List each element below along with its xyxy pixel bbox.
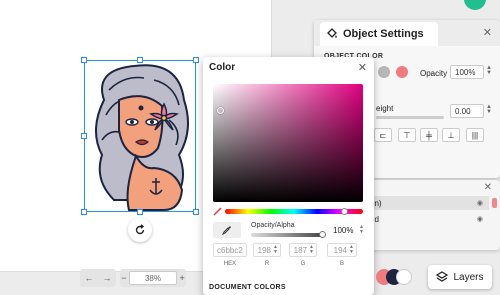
red-stepper-icon[interactable]: ▲ ▼ <box>273 245 278 255</box>
r-label: R <box>264 261 270 267</box>
eyedropper-icon <box>222 226 231 235</box>
color-picker-panel: Color ✕ Opacity/Alpha 100% ▲ ▼ c6bbc2 198… <box>203 57 374 295</box>
resize-handle-top[interactable] <box>137 57 143 63</box>
redo-button[interactable]: → <box>103 273 112 283</box>
resize-handle-bottom-right[interactable] <box>193 209 199 215</box>
color-panel-title: Color <box>209 62 236 73</box>
green-input[interactable]: 187 ▲ ▼ <box>289 243 317 257</box>
settings-tabbar: Object Settings ✕ <box>314 20 500 46</box>
opacity-field[interactable]: 100% <box>450 65 484 79</box>
close-icon[interactable]: ✕ <box>483 26 492 39</box>
undo-button[interactable]: ← <box>85 273 94 283</box>
document-colors-label: DOCUMENT COLORS <box>209 284 286 291</box>
green-value: 187 <box>293 245 307 255</box>
align-icon-button[interactable]: ⊏ <box>374 128 392 142</box>
tab-object-settings[interactable]: Object Settings <box>320 22 438 46</box>
eye-icon[interactable]: ◉ <box>477 215 483 223</box>
resize-handle-left[interactable] <box>81 133 87 139</box>
paint-bucket-icon <box>327 28 337 38</box>
saturation-brightness-area[interactable] <box>213 84 363 202</box>
opacity-alpha-value[interactable]: 100% <box>333 226 353 235</box>
color-swatch-pink[interactable] <box>396 66 408 78</box>
align-middle-icon: ╪ <box>426 130 432 140</box>
no-color-icon[interactable] <box>213 207 222 216</box>
b-label: B <box>339 261 344 267</box>
layers-button-label: Layers <box>453 271 484 283</box>
distribute-button[interactable]: ||| <box>466 128 484 142</box>
weight-slider[interactable] <box>376 116 444 119</box>
eye-icon[interactable]: ◉ <box>477 199 483 207</box>
opacity-slider[interactable] <box>251 233 323 237</box>
zoom-in-button[interactable]: + <box>179 273 184 283</box>
zoom-controls: − 38% + <box>120 269 186 287</box>
color-picker-handle[interactable] <box>217 107 224 114</box>
layers-icon <box>436 271 449 282</box>
hue-slider-knob[interactable] <box>341 208 348 215</box>
history-controls: ← → <box>80 269 116 287</box>
zoom-out-button[interactable]: − <box>121 273 126 283</box>
align-bottom-icon: ⊥ <box>447 130 455 140</box>
blue-stepper-icon[interactable]: ▲ ▼ <box>349 245 354 255</box>
green-stepper-icon[interactable]: ▲ ▼ <box>309 245 314 255</box>
close-icon[interactable]: ✕ <box>484 182 492 193</box>
color-swatch-gray[interactable] <box>378 66 390 78</box>
opacity-stepper-icon[interactable]: ▲ ▼ <box>486 65 492 76</box>
rotate-button[interactable] <box>128 218 152 242</box>
blue-value: 194 <box>333 245 347 255</box>
weight-field[interactable]: 0.00 <box>450 104 484 118</box>
scroll-indicator[interactable] <box>492 198 497 208</box>
opacity-stepper-icon[interactable]: ▲ ▼ <box>359 225 364 235</box>
align-middle-button[interactable]: ╪ <box>420 128 438 142</box>
resize-handle-bottom[interactable] <box>137 209 143 215</box>
close-icon[interactable]: ✕ <box>358 61 367 74</box>
resize-handle-top-right[interactable] <box>193 57 199 63</box>
hex-input[interactable]: c6bbc2 <box>213 243 247 257</box>
opacity-alpha-label: Opacity/Alpha <box>251 222 295 229</box>
align-top-icon: ⊤ <box>403 130 411 140</box>
red-input[interactable]: 198 ▲ ▼ <box>253 243 281 257</box>
blue-input[interactable]: 194 ▲ ▼ <box>327 243 357 257</box>
g-label: G <box>300 261 306 267</box>
resize-handle-bottom-left[interactable] <box>81 209 87 215</box>
align-bottom-button[interactable]: ⊥ <box>442 128 460 142</box>
rotate-icon <box>135 224 145 235</box>
resize-handle-top-left[interactable] <box>81 57 87 63</box>
eyedropper-button[interactable] <box>213 222 241 238</box>
color-chip-white[interactable] <box>396 269 412 285</box>
red-value: 198 <box>257 245 271 255</box>
zoom-level-field[interactable]: 38% <box>128 271 177 285</box>
user-avatar[interactable] <box>464 0 486 10</box>
layers-button[interactable]: Layers <box>428 265 492 289</box>
weight-stepper-icon[interactable]: ▲ ▼ <box>486 104 492 115</box>
align-center-icon: ⊏ <box>379 130 387 140</box>
opacity-label: Opacity <box>420 69 448 78</box>
panel-title: Object Settings <box>343 28 424 40</box>
opacity-slider-knob[interactable] <box>319 231 326 238</box>
hex-label: HEX <box>223 261 237 267</box>
distribute-icon: ||| <box>471 130 479 140</box>
selection-box <box>84 60 196 212</box>
weight-label: eight <box>376 104 394 113</box>
align-top-button[interactable]: ⊤ <box>398 128 416 142</box>
